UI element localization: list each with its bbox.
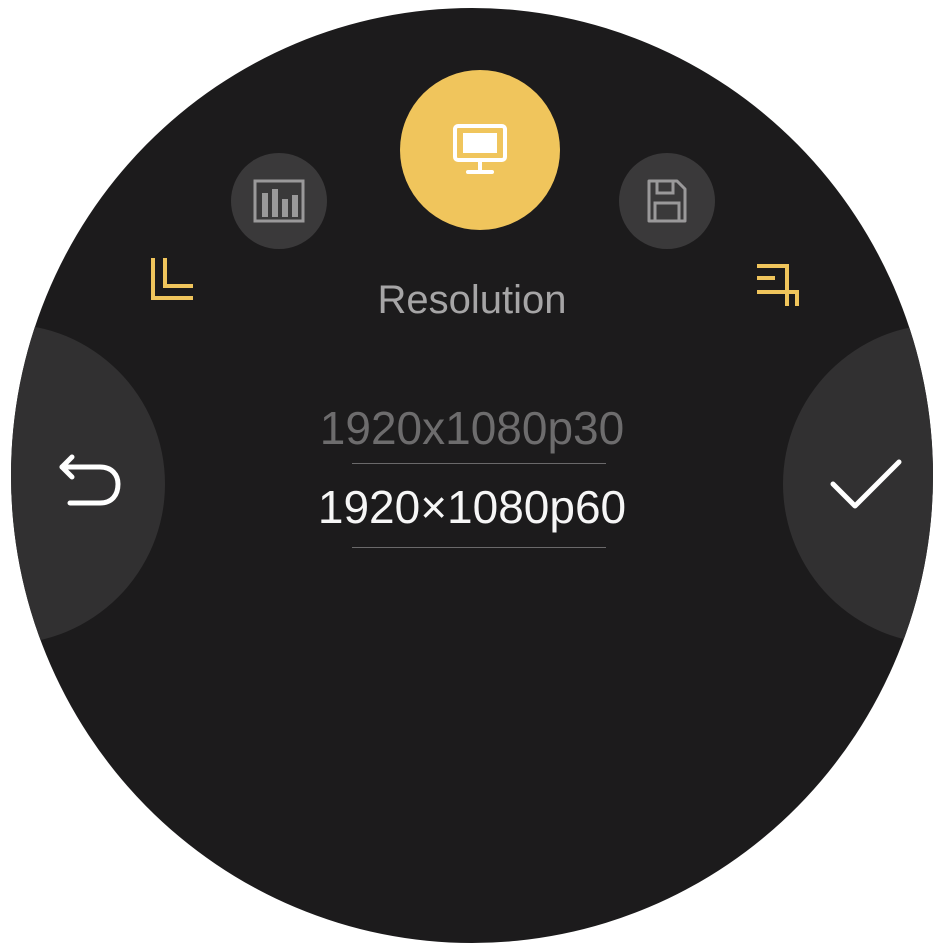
save-icon (647, 179, 687, 223)
monitor-icon (453, 124, 507, 174)
bar-chart-icon (253, 179, 305, 223)
divider-bottom (352, 547, 606, 548)
tab-display[interactable] (400, 70, 560, 230)
undo-arrow-icon (59, 454, 121, 506)
checkmark-icon (830, 459, 902, 509)
setting-title: Resolution (377, 278, 567, 322)
divider-top (352, 463, 606, 464)
tab-stats[interactable] (231, 153, 327, 249)
watch-screen: Resolution 1920x1080p30 1920×1080p60 (11, 8, 933, 943)
tab-storage[interactable] (619, 153, 715, 249)
